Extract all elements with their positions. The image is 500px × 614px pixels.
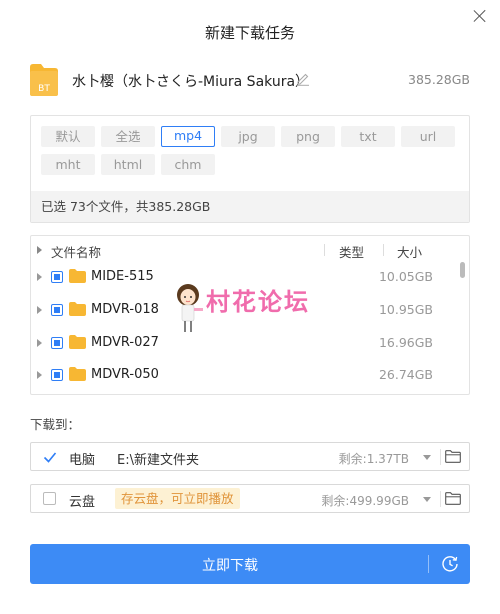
expand-arrow-icon[interactable]: [37, 273, 42, 281]
expand-arrow-icon[interactable]: [37, 339, 42, 347]
column-type[interactable]: 类型: [339, 242, 364, 261]
free-space: 剩余:499.99GB: [321, 494, 409, 508]
chip-jpg[interactable]: jpg: [221, 126, 275, 147]
divider: [440, 491, 441, 507]
free-space: 剩余:1.37TB: [338, 452, 409, 466]
cloud-checkbox[interactable]: [43, 492, 56, 505]
column-divider: [383, 244, 384, 256]
chip-mp4[interactable]: mp4: [161, 126, 215, 147]
browse-folder-icon[interactable]: [445, 492, 461, 505]
file-checkbox[interactable]: [51, 304, 63, 316]
chip-mht[interactable]: mht: [41, 154, 95, 175]
chip-txt[interactable]: txt: [341, 126, 395, 147]
file-type-filter: 默认 全选 mp4 jpg png txt url mht html chm 已…: [30, 115, 470, 223]
file-list-header: 文件名称 类型 大小: [31, 236, 469, 264]
folder-icon: [69, 302, 86, 316]
file-checkbox[interactable]: [51, 337, 63, 349]
divider: [440, 449, 441, 465]
column-name[interactable]: 文件名称: [51, 242, 101, 261]
watermark: 村花论坛: [174, 282, 334, 334]
file-name: MDVR-018: [91, 302, 159, 317]
mascot-icon: [177, 284, 203, 332]
file-size: 10.05GB: [378, 269, 433, 284]
dialog-title: 新建下载任务: [204, 24, 295, 42]
file-name: MIDE-515: [91, 269, 154, 284]
cloud-promo-badge: 存云盘，可立即播放: [115, 488, 240, 509]
expand-arrow-icon[interactable]: [37, 306, 42, 314]
expand-all-icon[interactable]: [37, 246, 42, 254]
chip-png[interactable]: png: [281, 126, 335, 147]
chevron-down-icon[interactable]: [423, 497, 431, 502]
download-now-button[interactable]: 立即下载: [30, 544, 470, 584]
selection-summary: 已选 73个文件，共385.28GB: [31, 191, 469, 222]
edit-icon[interactable]: [296, 72, 310, 86]
task-header: BT 水卜樱（水卜さくら-Miura Sakura） 385.28GB: [30, 62, 470, 98]
expand-arrow-icon[interactable]: [37, 371, 42, 379]
destination-cloud-label: 云盘: [69, 495, 96, 510]
chip-default[interactable]: 默认: [41, 126, 95, 147]
chip-url[interactable]: url: [401, 126, 455, 147]
destination-cloud[interactable]: 云盘 存云盘，可立即播放 剩余:499.99GB: [30, 484, 470, 513]
chip-html[interactable]: html: [101, 154, 155, 175]
column-divider: [324, 244, 325, 256]
file-size: 26.74GB: [378, 367, 433, 382]
folder-icon: [69, 367, 86, 381]
bt-file-icon: BT: [30, 64, 58, 96]
file-name: MDVR-027: [91, 335, 159, 350]
folder-icon: [69, 269, 86, 283]
checkmark-icon[interactable]: [43, 450, 57, 464]
column-size[interactable]: 大小: [397, 242, 422, 261]
folder-icon: [69, 335, 86, 349]
file-size: 16.96GB: [378, 335, 433, 350]
save-path[interactable]: E:\新建文件夹: [117, 449, 199, 468]
destination-computer-label: 电脑: [69, 453, 96, 468]
file-checkbox[interactable]: [51, 271, 63, 283]
file-row[interactable]: MDVR-050 26.74GB: [31, 359, 457, 391]
browse-folder-icon[interactable]: [445, 450, 461, 463]
chip-chm[interactable]: chm: [161, 154, 215, 175]
button-divider: [428, 555, 429, 573]
chip-select-all[interactable]: 全选: [101, 126, 155, 147]
destination-computer[interactable]: 电脑 E:\新建文件夹 剩余:1.37TB: [30, 442, 470, 471]
task-size: 385.28GB: [408, 72, 470, 87]
scrollbar[interactable]: [460, 262, 465, 278]
schedule-clock-icon[interactable]: [441, 555, 459, 573]
file-name: MDVR-050: [91, 367, 159, 382]
file-size: 10.95GB: [378, 302, 433, 317]
watermark-text: 村花论坛: [206, 287, 310, 316]
download-now-label: 立即下载: [202, 558, 258, 574]
file-checkbox[interactable]: [51, 369, 63, 381]
chevron-down-icon[interactable]: [423, 455, 431, 460]
download-to-label: 下载到：: [30, 417, 81, 432]
task-name: 水卜樱（水卜さくら-Miura Sakura）: [72, 74, 310, 90]
svg-text:BT: BT: [38, 84, 50, 94]
